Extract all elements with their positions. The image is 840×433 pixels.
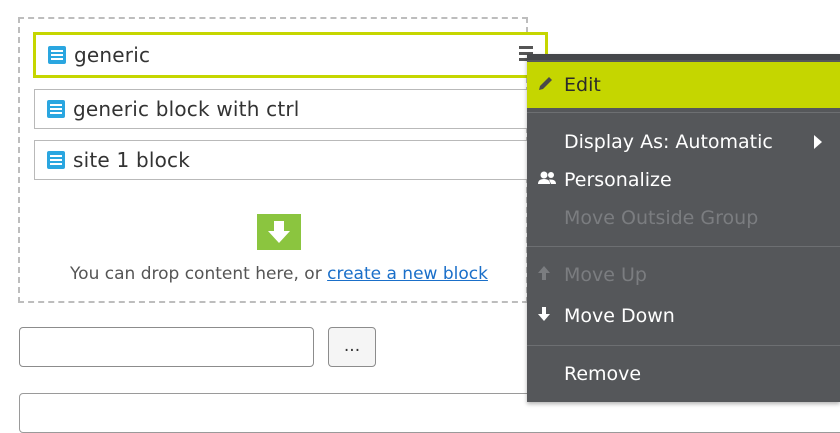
users-icon: [537, 170, 557, 190]
chevron-right-icon: [814, 135, 822, 149]
block-icon: [48, 46, 66, 64]
menu-item-label: Remove: [564, 363, 642, 385]
browse-button[interactable]: ...: [328, 327, 376, 367]
menu-item-label: Display As: Automatic: [564, 131, 773, 153]
arrow-up-icon: [537, 264, 551, 286]
menu-item-move-down[interactable]: Move Down: [527, 296, 840, 336]
block-site-1[interactable]: site 1 block: [34, 140, 528, 180]
menu-item-label: Move Down: [564, 305, 675, 327]
menu-item-label: Edit: [564, 74, 601, 96]
menu-item-display-as[interactable]: Display As: Automatic: [527, 122, 840, 162]
drop-hint-text: You can drop content here, or: [70, 264, 328, 284]
menu-separator: [527, 345, 840, 346]
menu-item-move-outside-group: Move Outside Group: [527, 198, 840, 238]
text-input[interactable]: [19, 327, 314, 367]
arrow-down-icon: [537, 305, 551, 327]
content-area-drop-zone[interactable]: generic generic block with ctrl site 1 b…: [18, 17, 548, 303]
context-menu: Edit Display As: Automatic Personalize M…: [527, 54, 840, 402]
block-icon: [47, 151, 65, 169]
block-generic[interactable]: generic: [33, 32, 548, 78]
block-label: generic: [74, 43, 151, 67]
create-new-block-link[interactable]: create a new block: [327, 264, 488, 284]
menu-item-label: Personalize: [564, 169, 672, 191]
block-icon: [47, 100, 65, 118]
menu-item-edit[interactable]: Edit: [527, 62, 840, 108]
block-generic-with-ctrl[interactable]: generic block with ctrl: [34, 89, 528, 129]
pencil-icon: [537, 74, 555, 96]
menu-item-label: Move Up: [564, 264, 647, 286]
menu-item-personalize[interactable]: Personalize: [527, 160, 840, 200]
menu-item-move-up: Move Up: [527, 255, 840, 295]
block-label: site 1 block: [73, 148, 191, 172]
block-label: generic block with ctrl: [73, 97, 300, 121]
menu-separator: [527, 112, 840, 113]
drop-hint: You can drop content here, or create a n…: [26, 264, 532, 284]
arrow-down-icon: [257, 214, 301, 250]
menu-separator: [527, 246, 840, 247]
menu-top-bar: [527, 54, 840, 60]
menu-item-remove[interactable]: Remove: [527, 354, 840, 394]
menu-item-label: Move Outside Group: [564, 207, 759, 229]
